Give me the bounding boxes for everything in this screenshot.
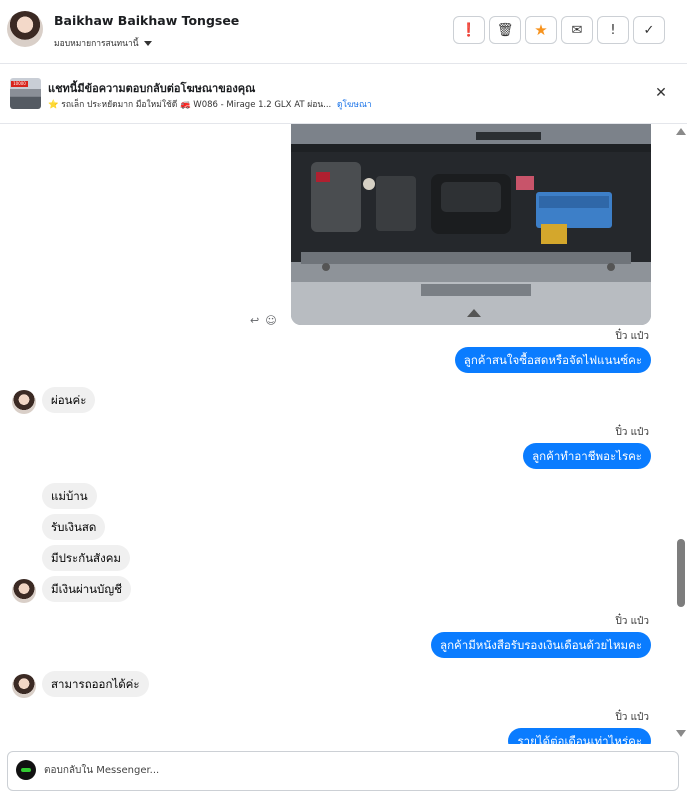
- header-actions: ❗ 🗑 ★ ✉ ! ✓: [453, 16, 665, 44]
- scroll-down-arrow-icon[interactable]: [676, 730, 686, 737]
- page-logo-icon: [16, 760, 36, 780]
- assign-label: มอบหมายการสนทนานี้: [54, 39, 139, 49]
- sender-label: ปิ๋ว แป๋ว: [615, 712, 649, 723]
- close-icon[interactable]: ✕: [654, 86, 668, 100]
- outgoing-message[interactable]: ลูกค้ามีหนังสือรับรองเงินเดือนด้วยไหมคะ: [431, 632, 651, 658]
- mark-unread-button[interactable]: ✉: [561, 16, 593, 44]
- contact-avatar-small[interactable]: [12, 579, 36, 603]
- star-icon: ★: [534, 21, 548, 39]
- contact-avatar[interactable]: [7, 11, 43, 47]
- outgoing-message[interactable]: ลูกค้าทำอาชีพอะไรคะ: [523, 443, 651, 469]
- contact-avatar-small[interactable]: [12, 674, 36, 698]
- incoming-message[interactable]: มีเงินผ่านบัญชี: [42, 576, 131, 602]
- conversation-header: Baikhaw Baikhaw Tongsee มอบหมายการสนทนาน…: [0, 0, 687, 64]
- sender-label: ปิ๋ว แป๋ว: [615, 616, 649, 627]
- check-icon: ✓: [643, 22, 655, 38]
- ad-banner-subtitle: ⭐ รถเล็ก ประหยัดมาก มือใหม่ใช้ดี 🚒 W086 …: [48, 97, 372, 111]
- react-emoji-icon[interactable]: ☺: [265, 314, 276, 327]
- view-ad-link[interactable]: ดูโฆษณา: [337, 100, 372, 110]
- contact-avatar-small[interactable]: [12, 390, 36, 414]
- reply-icon[interactable]: ↩: [250, 314, 259, 327]
- photo-message-tools: ↩ ☺: [250, 314, 277, 327]
- assign-conversation-dropdown[interactable]: มอบหมายการสนทนานี้: [54, 36, 152, 50]
- ad-title-text: ⭐ รถเล็ก ประหยัดมาก มือใหม่ใช้ดี 🚒 W086 …: [48, 100, 332, 110]
- star-button[interactable]: ★: [525, 16, 557, 44]
- car-engine-image: [291, 124, 651, 325]
- incoming-message[interactable]: มีประกันสังคม: [42, 545, 130, 571]
- alert-circle-icon: ❗: [460, 22, 478, 38]
- message-thread[interactable]: ↩ ☺ ปิ๋ว แป๋ว ลูกค้าสนใจซื้อสดหรือจัดไฟแ…: [0, 124, 687, 744]
- caret-down-icon: [143, 40, 152, 46]
- ad-reply-banner: 10000 แชทนี้มีข้อความตอบกลับต่อโฆษณาของค…: [0, 64, 687, 124]
- outgoing-message[interactable]: ลูกค้าสนใจซื้อสดหรือจัดไฟแนนซ์คะ: [454, 347, 651, 373]
- envelope-icon: ✉: [571, 22, 583, 38]
- exclamation-icon: !: [610, 22, 616, 38]
- follow-up-button[interactable]: !: [597, 16, 629, 44]
- reply-input[interactable]: [44, 762, 564, 778]
- outgoing-message[interactable]: รายได้ต่อเดือนเท่าไหร่คะ: [508, 728, 651, 744]
- incoming-message[interactable]: ผ่อนค่ะ: [42, 387, 96, 413]
- contact-name[interactable]: Baikhaw Baikhaw Tongsee: [54, 13, 239, 28]
- mark-spam-button[interactable]: ❗: [453, 16, 485, 44]
- ad-thumbnail-tag: 10000: [11, 81, 28, 87]
- incoming-message[interactable]: รับเงินสด: [42, 514, 106, 540]
- trash-icon: 🗑: [496, 22, 514, 38]
- ad-banner-title: แชทนี้มีข้อความตอบกลับต่อโฆษณาของคุณ: [48, 82, 256, 95]
- sender-label: ปิ๋ว แป๋ว: [615, 427, 649, 438]
- reply-composer[interactable]: [7, 751, 679, 791]
- scroll-up-arrow-icon[interactable]: [676, 128, 686, 135]
- thread-scrollbar[interactable]: [675, 124, 687, 744]
- attached-photo[interactable]: [291, 124, 651, 325]
- incoming-message[interactable]: แม่บ้าน: [42, 483, 97, 509]
- ad-thumbnail[interactable]: 10000: [10, 78, 41, 109]
- sender-label: ปิ๋ว แป๋ว: [615, 331, 649, 342]
- mark-done-button[interactable]: ✓: [633, 16, 665, 44]
- scrollbar-thumb[interactable]: [677, 539, 685, 607]
- delete-button[interactable]: 🗑: [489, 16, 521, 44]
- incoming-message[interactable]: สามารถออกได้ค่ะ: [42, 671, 149, 697]
